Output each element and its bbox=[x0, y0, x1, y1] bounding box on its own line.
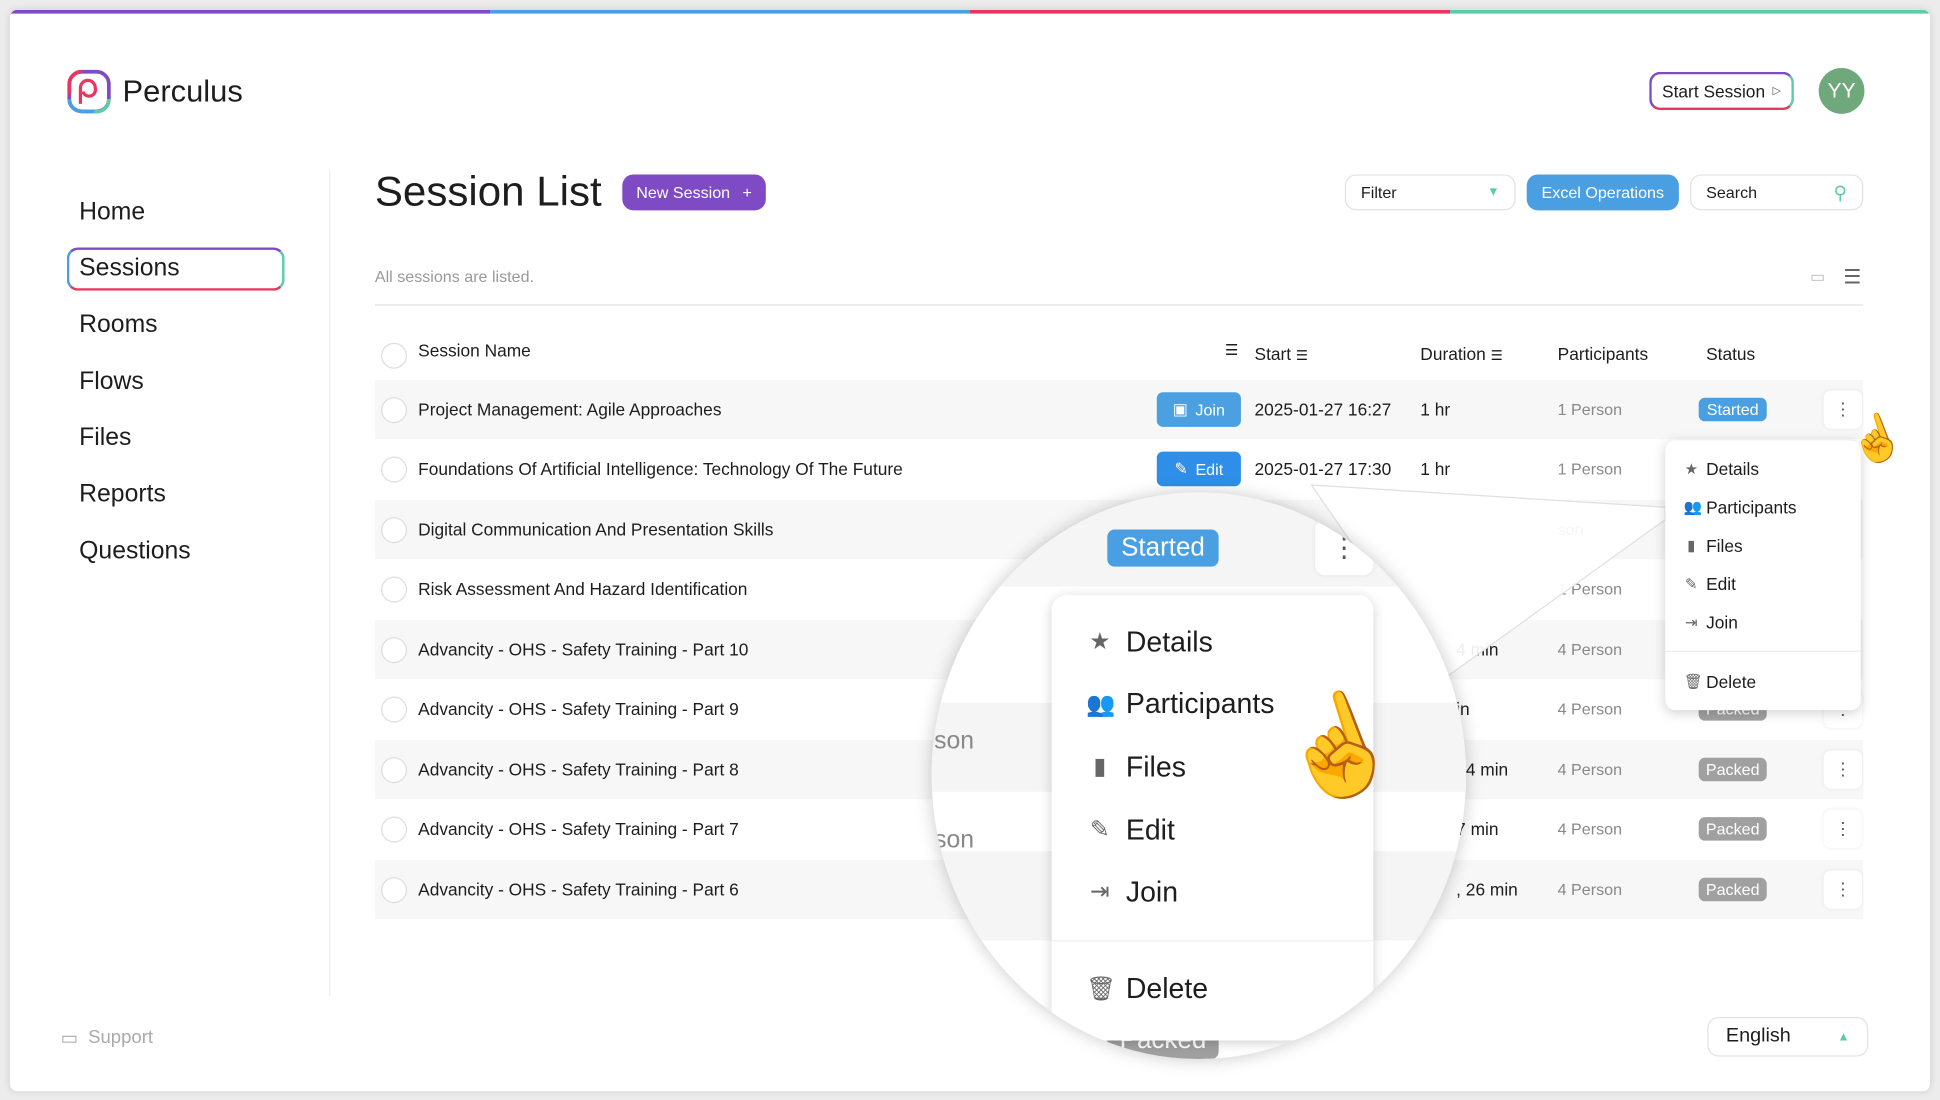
language-label: English bbox=[1725, 1025, 1791, 1047]
menu-label: Participants bbox=[1706, 497, 1797, 518]
magnified-item-delete: 🗑 Delete bbox=[1086, 972, 1208, 1005]
magnified-item-join: ⇥ Join bbox=[1086, 875, 1178, 908]
file-icon: ▮ bbox=[1093, 754, 1107, 781]
magnified-item-details: ★ Details bbox=[1086, 625, 1213, 658]
menu-label: Details bbox=[1125, 625, 1213, 658]
menu-item-edit[interactable]: ✎ Edit bbox=[1684, 574, 1736, 594]
magnified-item-files: ▮ Files bbox=[1086, 750, 1186, 783]
menu-label: Join bbox=[1706, 612, 1738, 633]
chevron-up-icon: ▲ bbox=[1837, 1029, 1850, 1044]
menu-label: Delete bbox=[1125, 971, 1209, 1004]
menu-label: Edit bbox=[1706, 574, 1736, 594]
menu-label: Files bbox=[1125, 750, 1186, 783]
menu-item-join[interactable]: ⇥ Join bbox=[1684, 612, 1738, 632]
people-icon: 👥 bbox=[1086, 691, 1116, 718]
file-icon: ▮ bbox=[1687, 536, 1696, 555]
context-menu: ★ Details 👥 Participants ▮ Files ✎ Edit ⇥ Joi… bbox=[1665, 440, 1861, 711]
ticket-star-icon: ★ bbox=[1089, 629, 1111, 656]
menu-label: Files bbox=[1706, 535, 1743, 556]
magnified-menu: ★ Details 👥 Participants ▮ Files ✎ Edit ⇥ Joi… bbox=[1051, 595, 1374, 1041]
menu-divider bbox=[1665, 650, 1861, 653]
magnifier: son son Started ⋮ Packed ★Details 👥Parti… bbox=[931, 492, 1467, 1060]
enter-icon: ⇥ bbox=[1685, 613, 1698, 631]
menu-item-details[interactable]: ★ Details bbox=[1684, 459, 1759, 479]
menu-label: Edit bbox=[1125, 813, 1175, 846]
menu-label: Join bbox=[1125, 875, 1179, 908]
menu-item-files[interactable]: ▮ Files bbox=[1684, 536, 1743, 556]
magnified-kebab-icon: ⋮ bbox=[1315, 519, 1374, 576]
trash-icon: 🗑 bbox=[1683, 673, 1703, 691]
magnified-fragment: son bbox=[934, 727, 974, 755]
menu-item-delete[interactable]: 🗑 Delete bbox=[1684, 672, 1756, 692]
enter-icon: ⇥ bbox=[1090, 879, 1110, 906]
menu-label: Participants bbox=[1125, 687, 1275, 720]
magnified-status-badge: Started bbox=[1107, 529, 1219, 567]
menu-item-participants[interactable]: 👥 Participants bbox=[1684, 497, 1797, 517]
magnified-item-edit: ✎ Edit bbox=[1086, 813, 1175, 846]
magnified-item-participants: 👥 Participants bbox=[1086, 687, 1274, 720]
menu-divider bbox=[1051, 940, 1374, 942]
magnified-fragment: son bbox=[934, 826, 974, 854]
menu-label: Delete bbox=[1706, 671, 1757, 692]
pencil-icon: ✎ bbox=[1090, 817, 1110, 844]
pencil-icon: ✎ bbox=[1685, 575, 1698, 593]
trash-icon: 🗑 bbox=[1086, 976, 1117, 1003]
people-icon: 👥 bbox=[1683, 498, 1703, 516]
ticket-star-icon: ★ bbox=[1684, 460, 1698, 478]
language-select[interactable]: English ▲ bbox=[1707, 1016, 1869, 1057]
menu-label: Details bbox=[1706, 459, 1760, 479]
